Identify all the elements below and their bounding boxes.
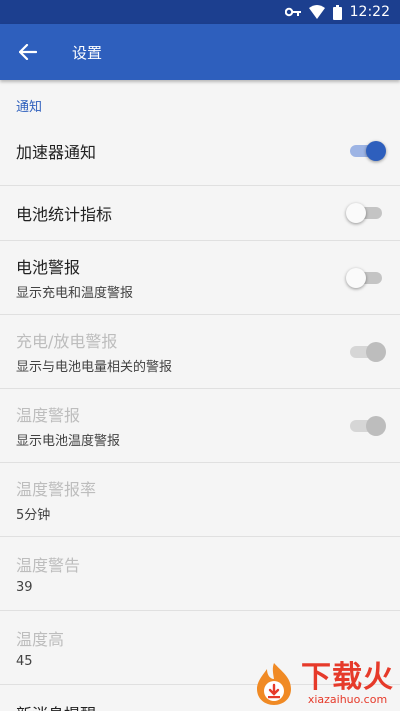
back-button[interactable]: [16, 40, 40, 64]
setting-subtitle: 5分钟: [16, 508, 51, 523]
setting-subtitle: 显示与电池电量相关的警报: [16, 360, 173, 375]
flame-logo-icon: [257, 663, 291, 705]
setting-accelerator-notification[interactable]: 加速器通知: [0, 116, 400, 186]
setting-battery-alert[interactable]: 电池警报 显示充电和温度警报: [0, 241, 400, 315]
setting-battery-stats[interactable]: 电池统计指标: [0, 186, 400, 241]
arrow-left-icon: [19, 44, 37, 60]
setting-charge-discharge-alert: 充电/放电警报 显示与电池电量相关的警报: [0, 315, 400, 389]
status-bar: 12:22: [0, 0, 400, 24]
setting-subtitle: 显示充电和温度警报: [16, 286, 134, 301]
setting-temperature-warning: 温度警告 39: [0, 537, 400, 611]
temperature-alert-switch: [348, 415, 386, 436]
setting-title: 充电/放电警报: [16, 332, 118, 351]
setting-title: 加速器通知: [16, 142, 97, 162]
setting-title: 温度警报率: [16, 480, 97, 499]
watermark: 下载火 xiazaihuo.com: [251, 661, 394, 707]
setting-title: 温度警告: [16, 556, 81, 575]
settings-list[interactable]: 通知 加速器通知 电池统计指标 电池警报 显示充电和温度警报 充电/放电警报 显…: [0, 80, 400, 711]
page-title: 设置: [72, 43, 103, 62]
status-time: 12:22: [349, 4, 390, 20]
setting-temperature-alert: 温度警报 显示电池温度警报: [0, 389, 400, 463]
setting-title: 温度高: [16, 630, 65, 649]
setting-subtitle: 显示电池温度警报: [16, 434, 121, 449]
battery-icon: [332, 4, 342, 20]
setting-subtitle: 39: [16, 580, 33, 595]
setting-temperature-alert-rate: 温度警报率 5分钟: [0, 463, 400, 537]
watermark-url: xiazaihuo.com: [307, 692, 388, 706]
key-icon: [284, 7, 301, 17]
watermark-text: 下载火: [301, 659, 394, 695]
battery-stats-switch[interactable]: [346, 203, 384, 223]
charge-discharge-alert-switch: [348, 341, 386, 362]
setting-title: 电池警报: [16, 258, 81, 277]
setting-title: 温度警报: [16, 406, 81, 425]
section-header-notifications: 通知: [16, 100, 43, 115]
accelerator-notification-switch[interactable]: [348, 140, 386, 161]
battery-alert-switch[interactable]: [346, 267, 384, 288]
setting-title: 电池统计指标: [16, 205, 113, 224]
app-bar: 设置: [0, 24, 400, 80]
wifi-icon: [308, 5, 325, 19]
